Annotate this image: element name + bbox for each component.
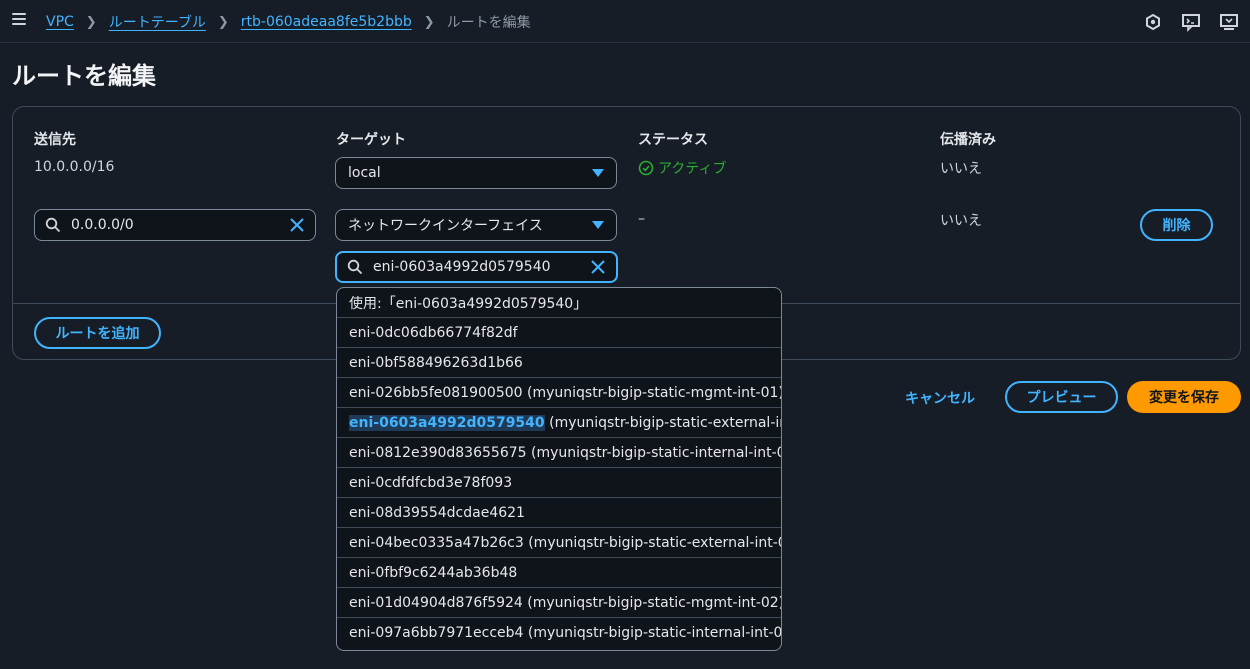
eni-option[interactable]: eni-0cdfdfcbd3e78f093	[337, 468, 781, 498]
menu-icon[interactable]	[12, 13, 26, 27]
eni-option[interactable]: eni-0dc06db66774f82df	[337, 318, 781, 348]
status-badge: アクティブ	[638, 158, 726, 178]
chevron-right-icon: ❯	[85, 14, 97, 30]
breadcrumb-current: ルートを編集	[446, 15, 531, 31]
clear-icon[interactable]	[590, 259, 606, 275]
eni-option[interactable]: eni-0fbf9c6244ab36b48	[337, 558, 781, 588]
clear-icon[interactable]	[289, 217, 305, 233]
destination-input[interactable]: 0.0.0.0/0	[34, 209, 316, 241]
console-icon[interactable]	[1218, 12, 1240, 32]
use-typed-value-option[interactable]: 使用:「eni-0603a4992d0579540」	[337, 288, 781, 318]
route-destination: 10.0.0.0/16	[34, 159, 115, 175]
add-route-button[interactable]: ルートを追加	[34, 317, 161, 349]
status-text: –	[638, 211, 645, 227]
search-icon	[45, 217, 61, 233]
chevron-right-icon: ❯	[423, 14, 435, 30]
eni-option[interactable]: eni-097a6bb7971ecceb4 (myuniqstr-bigip-s…	[337, 618, 781, 648]
cloudshell-icon[interactable]	[1142, 12, 1164, 32]
search-icon	[347, 259, 363, 275]
column-header-destination: 送信先	[34, 132, 76, 148]
propagated-value: いいえ	[940, 161, 982, 177]
target-type-select[interactable]: ネットワークインターフェイス	[335, 209, 617, 241]
breadcrumb-route-tables[interactable]: ルートテーブル	[109, 12, 206, 32]
eni-option[interactable]: eni-026bb5fe081900500 (myuniqstr-bigip-s…	[337, 378, 781, 408]
target-select-value: local	[348, 165, 381, 181]
eni-option[interactable]: eni-01d04904d876f5924 (myuniqstr-bigip-s…	[337, 588, 781, 618]
matched-text: eni-0603a4992d0579540	[349, 414, 545, 431]
breadcrumb: VPC ❯ ルートテーブル ❯ rtb-060adeaa8fe5b2bbb ❯ …	[46, 12, 531, 32]
eni-option[interactable]: eni-0bf588496263d1b66	[337, 348, 781, 378]
target-search-input[interactable]: eni-0603a4992d0579540	[335, 251, 618, 283]
caret-down-icon	[592, 169, 604, 177]
column-header-status: ステータス	[638, 132, 708, 148]
target-select[interactable]: local	[335, 157, 617, 189]
propagated-value: いいえ	[940, 213, 982, 229]
eni-option[interactable]: eni-08d39554dcdae4621	[337, 498, 781, 528]
target-search-value: eni-0603a4992d0579540	[373, 259, 551, 275]
breadcrumb-vpc[interactable]: VPC	[46, 14, 74, 30]
caret-down-icon	[592, 221, 604, 229]
eni-option[interactable]: eni-0812e390d83655675 (myuniqstr-bigip-s…	[337, 438, 781, 468]
target-type-value: ネットワークインターフェイス	[348, 218, 543, 234]
column-header-target: ターゲット	[336, 132, 406, 148]
cancel-button[interactable]: キャンセル	[905, 388, 975, 408]
breadcrumb-route-table-id[interactable]: rtb-060adeaa8fe5b2bbb	[241, 14, 412, 30]
eni-option-matched[interactable]: eni-0603a4992d0579540 (myuniqstr-bigip-s…	[337, 408, 781, 438]
column-header-propagated: 伝播済み	[940, 132, 996, 148]
top-navigation: VPC ❯ ルートテーブル ❯ rtb-060adeaa8fe5b2bbb ❯ …	[0, 0, 1250, 43]
eni-dropdown-list: 使用:「eni-0603a4992d0579540」 eni-0dc06db66…	[336, 287, 782, 651]
option-rest: (myuniqstr-bigip-static-external-int-01)	[549, 414, 781, 431]
eni-option[interactable]: eni-04bec0335a47b26c3 (myuniqstr-bigip-s…	[337, 528, 781, 558]
status-text: アクティブ	[658, 161, 727, 177]
remove-button[interactable]: 削除	[1140, 209, 1213, 241]
page-title: ルートを編集	[12, 62, 156, 90]
destination-input-value: 0.0.0.0/0	[71, 217, 134, 233]
save-changes-button[interactable]: 変更を保存	[1127, 381, 1241, 413]
success-icon	[638, 160, 654, 176]
preview-button[interactable]: プレビュー	[1005, 381, 1118, 413]
chevron-right-icon: ❯	[217, 14, 229, 30]
feedback-icon[interactable]	[1180, 12, 1202, 32]
